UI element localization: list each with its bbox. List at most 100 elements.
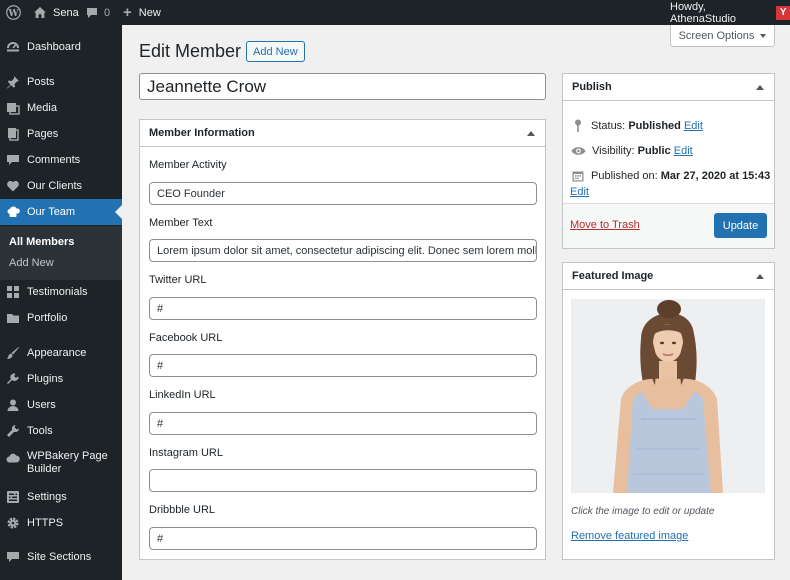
publish-title: Publish: [572, 81, 612, 93]
post-title-input[interactable]: Jeannette Crow: [139, 73, 546, 100]
eye-icon: [571, 146, 586, 156]
sidebar-label-wpbakery: WPBakery Page Builder: [27, 450, 108, 476]
my-account-link[interactable]: Howdy, AthenaStudio Y: [670, 0, 790, 25]
site-name: Sena: [53, 6, 79, 19]
home-icon: [34, 7, 46, 18]
site-name-link[interactable]: Sena: [33, 0, 79, 25]
member-information-title: Member Information: [149, 127, 255, 139]
linkedin-url-label: LinkedIn URL: [149, 389, 216, 401]
sidebar-label: Our Team: [27, 206, 76, 218]
sidebar-item-posts[interactable]: Posts: [0, 69, 122, 95]
member-activity-input[interactable]: CEO Founder: [149, 182, 537, 205]
sidebar-item-tools[interactable]: Tools: [0, 418, 122, 444]
sidebar-item-dashboard[interactable]: Dashboard: [0, 34, 122, 60]
sidebar-label-line2: Builder: [27, 463, 62, 475]
status-value: Published: [628, 119, 681, 132]
sidebar-label: Users: [27, 399, 56, 411]
grid-icon: [7, 286, 19, 298]
sidebar-label: Pages: [27, 128, 59, 140]
sidebar-item-appearance[interactable]: Appearance: [0, 340, 122, 366]
update-button[interactable]: Update: [714, 213, 767, 238]
sidebar-label: Plugins: [27, 373, 64, 385]
facebook-url-label: Facebook URL: [149, 332, 223, 344]
sidebar-label-line1: WPBakery Page: [27, 450, 108, 462]
linkedin-url-input[interactable]: #: [149, 412, 537, 435]
sidebar-item-portfolio[interactable]: Portfolio: [0, 305, 122, 331]
sidebar-label: Dashboard: [27, 41, 81, 53]
cloud-icon: [6, 453, 20, 463]
twitter-url-input[interactable]: #: [149, 297, 537, 320]
plug-icon: [7, 373, 19, 384]
facebook-url-input[interactable]: #: [149, 354, 537, 377]
new-label: New: [138, 6, 161, 19]
submenu-add-new[interactable]: Add New: [9, 257, 54, 269]
our-team-submenu: All Members Add New: [0, 226, 122, 280]
sidebar-item-our-team[interactable]: Our Team: [0, 199, 122, 225]
comments-link[interactable]: 0: [86, 0, 110, 25]
calendar-icon: [571, 170, 585, 182]
member-activity-label: Member Activity: [149, 159, 227, 171]
wrench-icon: [7, 424, 20, 437]
sidebar-item-our-clients[interactable]: Our Clients: [0, 173, 122, 199]
comments-count: 0: [104, 6, 111, 19]
visibility-row: Visibility: Public Edit: [571, 145, 693, 157]
user-icon: [7, 399, 19, 411]
member-text-input[interactable]: Lorem ipsum dolor sit amet, consectetur …: [149, 239, 537, 262]
sidebar-label: Appearance: [27, 347, 87, 359]
edit-status-link[interactable]: Edit: [684, 120, 703, 132]
sidebar-item-media[interactable]: Media: [0, 95, 122, 121]
published-on-label: Published on:: [591, 170, 658, 182]
svg-text:W: W: [7, 9, 19, 19]
admin-bar: W Sena 0 + New Howdy, AthenaStudio Y: [0, 0, 790, 25]
screen-options-button[interactable]: Screen Options: [670, 25, 775, 47]
settings-icon: [7, 491, 19, 503]
heart-icon: [7, 180, 19, 192]
sidebar-item-settings[interactable]: Settings: [0, 484, 122, 510]
sidebar-item-site-sections[interactable]: Site Sections: [0, 544, 122, 570]
dribbble-url-label: Dribbble URL: [149, 504, 216, 516]
sidebar-label: Settings: [27, 491, 67, 503]
sidebar-item-users[interactable]: Users: [0, 392, 122, 418]
status-row: Status: Published Edit: [571, 119, 703, 132]
sidebar-item-https[interactable]: HTTPS: [0, 510, 122, 536]
submenu-all-members[interactable]: All Members: [9, 236, 74, 248]
sidebar-label: HTTPS: [27, 517, 64, 529]
sidebar-item-comments[interactable]: Comments: [0, 147, 122, 173]
folder-icon: [7, 314, 19, 323]
published-on-value: Mar 27, 2020 at 15:43: [660, 170, 771, 182]
collapse-arrow-icon[interactable]: [756, 85, 764, 90]
move-to-trash-link[interactable]: Move to Trash: [570, 219, 640, 231]
status-label: Status:: [591, 119, 626, 132]
pin-icon: [7, 76, 19, 89]
caret-down-icon: [760, 33, 767, 38]
comment-icon: [7, 552, 19, 562]
brush-icon: [7, 347, 19, 359]
member-information-header[interactable]: Member Information: [140, 120, 545, 147]
remove-featured-image-link[interactable]: Remove featured image: [571, 530, 688, 542]
sidebar-label: Tools: [27, 425, 53, 437]
media-icon: [7, 103, 20, 115]
instagram-url-input[interactable]: [149, 469, 537, 492]
featured-image-title: Featured Image: [572, 270, 654, 282]
collapse-arrow-icon[interactable]: [756, 274, 764, 279]
gear-icon: [7, 517, 19, 529]
sidebar-label: Our Clients: [27, 180, 83, 192]
new-content-link[interactable]: + New: [123, 0, 161, 25]
wordpress-logo-icon[interactable]: W: [6, 0, 21, 25]
featured-image-header[interactable]: Featured Image: [563, 263, 774, 290]
comment-bubble-icon: [87, 7, 97, 18]
publish-header[interactable]: Publish: [563, 74, 774, 101]
featured-image[interactable]: [571, 299, 765, 493]
edit-date-link[interactable]: Edit: [570, 186, 589, 198]
sidebar-label: Comments: [27, 154, 81, 166]
add-new-button[interactable]: Add New: [246, 41, 305, 62]
visibility-value: Public: [637, 145, 671, 157]
sidebar-item-pages[interactable]: Pages: [0, 121, 122, 147]
avatar: Y: [776, 5, 790, 20]
sidebar-item-plugins[interactable]: Plugins: [0, 366, 122, 392]
edit-visibility-link[interactable]: Edit: [674, 145, 693, 157]
sidebar-item-testimonials[interactable]: Testimonials: [0, 279, 122, 305]
dribbble-url-input[interactable]: #: [149, 527, 537, 550]
collapse-arrow-icon[interactable]: [527, 131, 535, 136]
sidebar-label: Portfolio: [27, 312, 68, 324]
